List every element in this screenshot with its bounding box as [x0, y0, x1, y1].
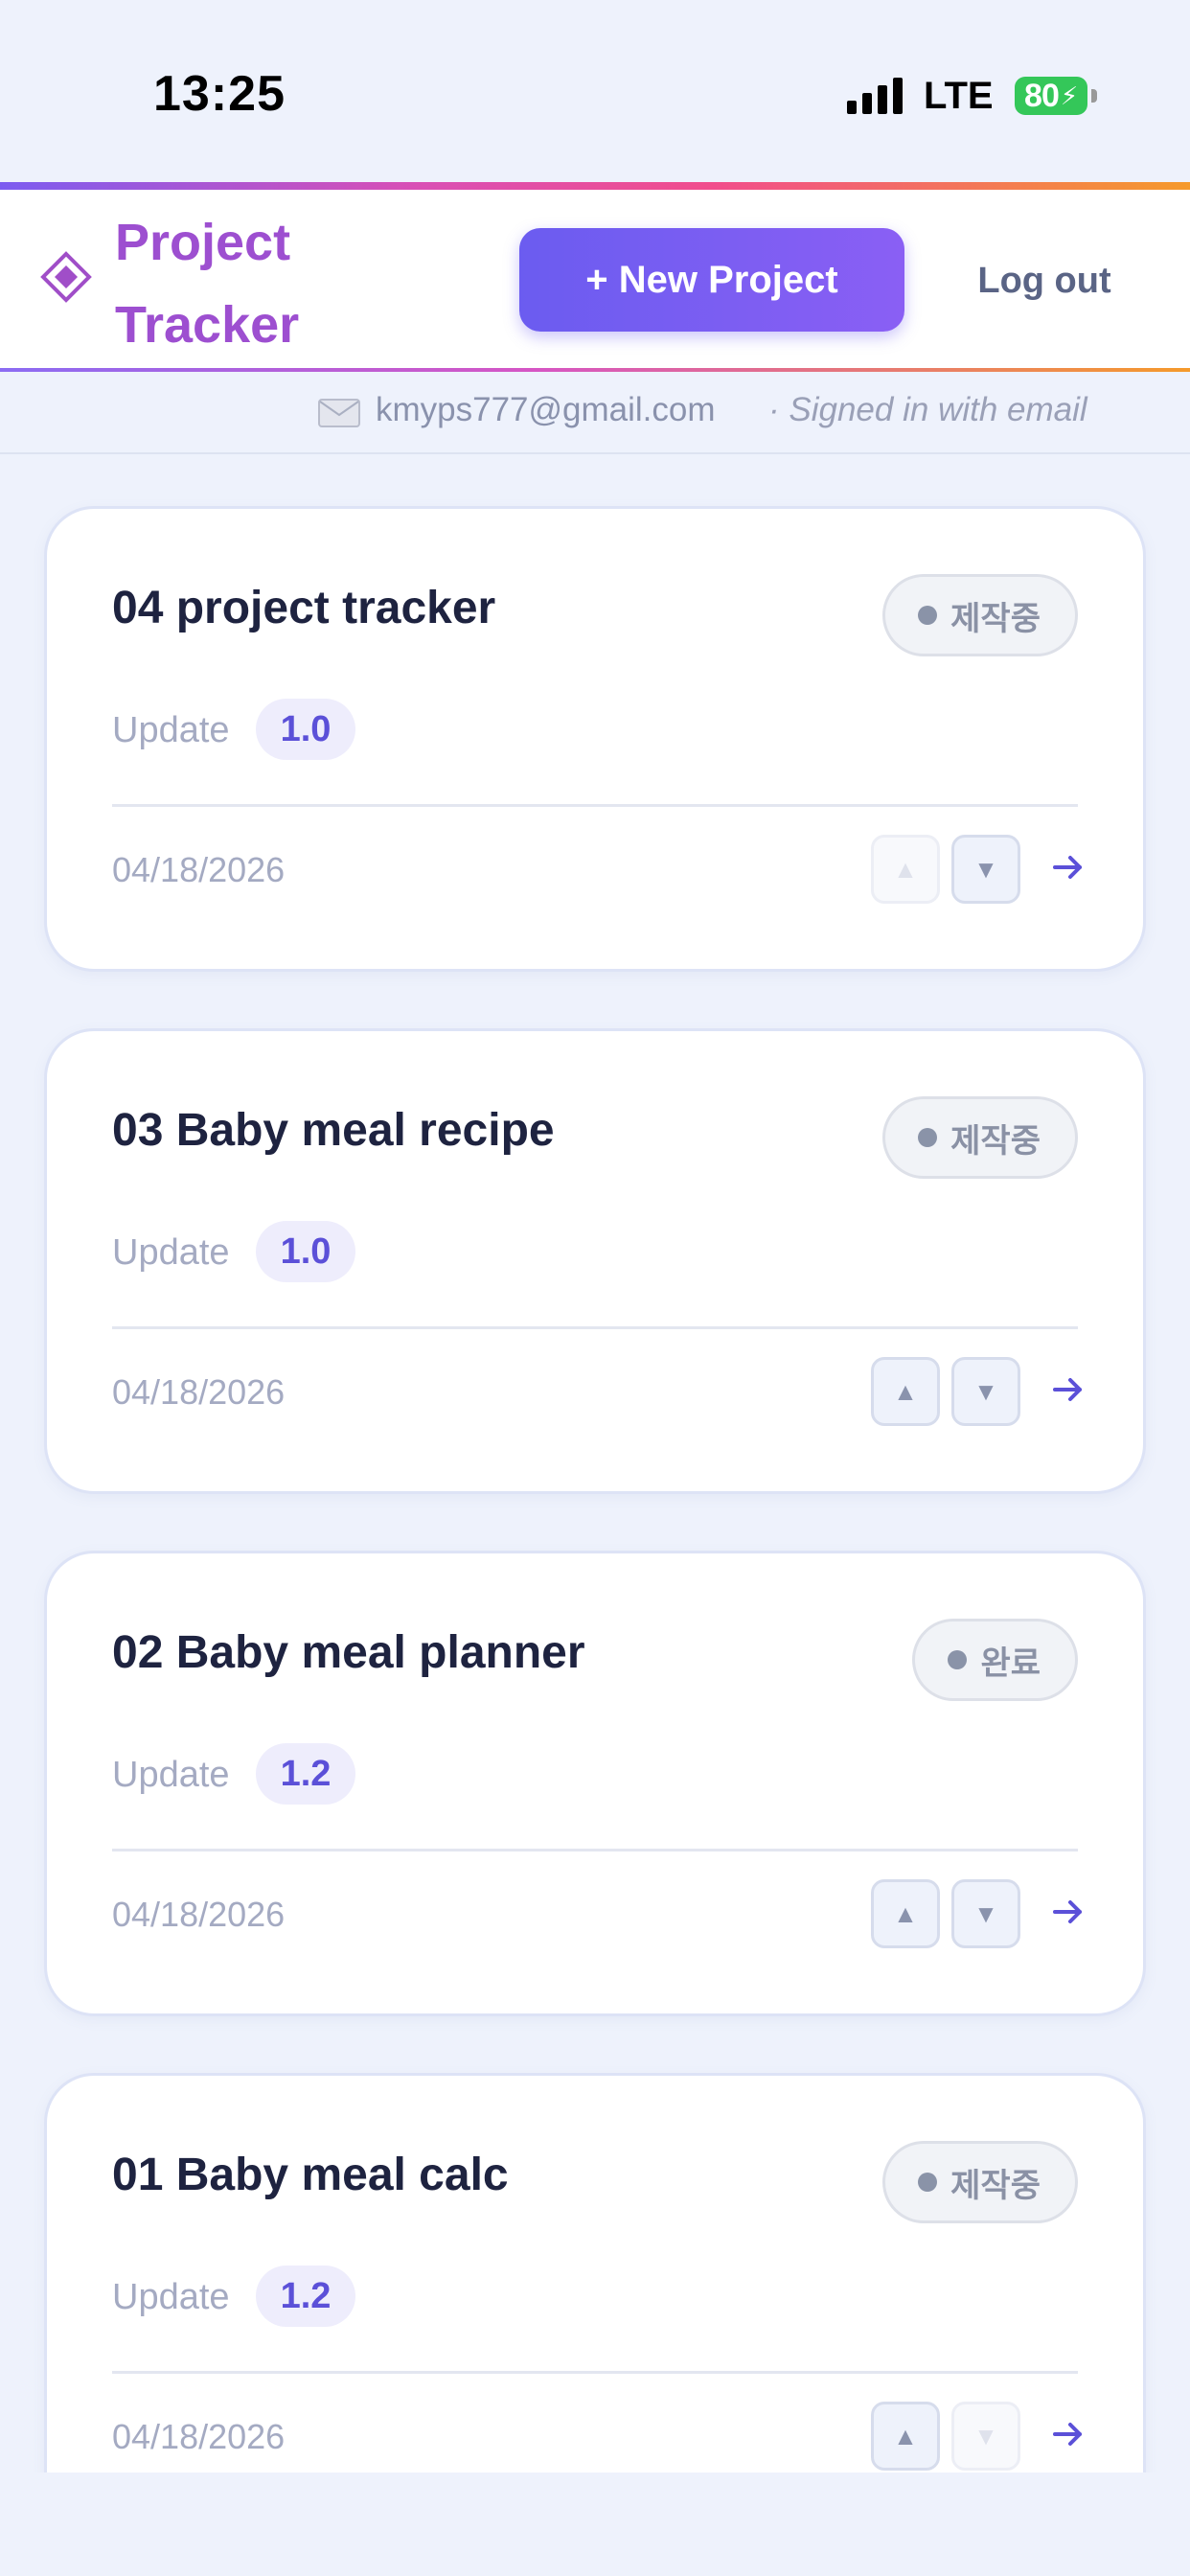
status-dot-icon — [918, 1128, 938, 1147]
version-badge: 1.0 — [256, 1221, 355, 1282]
status-bar: 13:25 LTE 80 ⚡ — [0, 0, 1190, 182]
arrow-right-icon[interactable] — [1041, 2405, 1091, 2463]
status-badge: 제작중 — [882, 2141, 1078, 2223]
status-time: 13:25 — [153, 66, 286, 122]
project-title: 04 project tracker — [112, 583, 496, 633]
version-badge: 1.2 — [256, 2266, 355, 2327]
card-divider — [112, 1326, 1078, 1329]
card-divider — [112, 804, 1078, 807]
battery-level: 80 — [1024, 77, 1060, 114]
account-email: kmyps777@gmail.com — [376, 391, 716, 428]
update-label: Update — [112, 710, 230, 750]
status-label: 제작중 — [950, 1122, 1041, 1160]
card-divider — [112, 1849, 1078, 1852]
arrow-right-icon[interactable] — [1041, 1883, 1091, 1941]
new-project-button[interactable]: + New Project — [519, 228, 904, 332]
project-date: 04/18/2026 — [112, 850, 286, 889]
triangle-up-icon: ▲ — [893, 854, 918, 884]
card-divider — [112, 2371, 1078, 2374]
project-card[interactable]: 01 Baby meal calc 제작중 Update 1.2 04/18/2… — [44, 2073, 1146, 2472]
triangle-down-icon: ▼ — [973, 854, 998, 884]
project-date: 04/18/2026 — [112, 1895, 286, 1934]
status-badge: 제작중 — [882, 1096, 1078, 1179]
arrow-right-icon[interactable] — [1041, 1361, 1091, 1418]
version-badge: 1.2 — [256, 1743, 355, 1805]
move-up-button[interactable]: ▲ — [871, 1879, 940, 1948]
project-card[interactable]: 04 project tracker 제작중 Update 1.0 04/18/… — [44, 506, 1146, 972]
status-label: 완료 — [980, 1644, 1041, 1682]
battery-icon: 80 ⚡ — [1014, 77, 1097, 115]
project-list: 04 project tracker 제작중 Update 1.0 04/18/… — [0, 454, 1190, 2472]
status-indicators: LTE 80 ⚡ — [847, 73, 1097, 119]
status-label: 제작중 — [950, 2167, 1041, 2204]
status-dot-icon — [918, 606, 938, 625]
version-badge: 1.0 — [256, 699, 355, 760]
move-down-button[interactable]: ▼ — [951, 2402, 1020, 2471]
move-down-button[interactable]: ▼ — [951, 835, 1020, 904]
project-title: 02 Baby meal planner — [112, 1627, 585, 1678]
status-dot-icon — [948, 1650, 968, 1669]
status-badge: 완료 — [912, 1619, 1078, 1701]
header-gradient-strip — [0, 182, 1190, 190]
project-title: 03 Baby meal recipe — [112, 1105, 555, 1156]
triangle-down-icon: ▼ — [973, 1376, 998, 1406]
triangle-down-icon: ▼ — [973, 1898, 998, 1928]
triangle-up-icon: ▲ — [893, 2421, 918, 2450]
signed-in-method: · Signed in with email — [768, 391, 1087, 428]
triangle-up-icon: ▲ — [893, 1376, 918, 1406]
project-card[interactable]: 03 Baby meal recipe 제작중 Update 1.0 04/18… — [44, 1028, 1146, 1494]
update-label: Update — [112, 1755, 230, 1795]
move-down-button[interactable]: ▼ — [951, 1879, 1020, 1948]
project-title: 01 Baby meal calc — [112, 2150, 509, 2200]
project-date: 04/18/2026 — [112, 2417, 286, 2456]
network-type: LTE — [924, 74, 994, 117]
app-title-line2: Tracker — [115, 296, 300, 354]
app-title: Project Tracker — [115, 201, 383, 366]
move-up-button[interactable]: ▲ — [871, 2402, 940, 2471]
project-card[interactable]: 02 Baby meal planner 완료 Update 1.2 04/18… — [44, 1551, 1146, 2016]
update-label: Update — [112, 2277, 230, 2317]
envelope-icon — [318, 399, 360, 427]
move-up-button[interactable]: ▲ — [871, 835, 940, 904]
arrow-right-icon[interactable] — [1041, 839, 1091, 896]
signal-icon — [847, 78, 903, 114]
logout-button[interactable]: Log out — [949, 249, 1140, 312]
triangle-up-icon: ▲ — [893, 1898, 918, 1928]
move-up-button[interactable]: ▲ — [871, 1357, 940, 1426]
status-dot-icon — [918, 2173, 938, 2192]
diamond-icon — [40, 251, 92, 303]
project-date: 04/18/2026 — [112, 1372, 286, 1412]
charging-bolt-icon: ⚡ — [1060, 80, 1078, 110]
status-badge: 제작중 — [882, 574, 1078, 656]
app-title-line1: Project — [115, 214, 291, 271]
update-label: Update — [112, 1232, 230, 1273]
status-label: 제작중 — [950, 600, 1041, 637]
move-down-button[interactable]: ▼ — [951, 1357, 1020, 1426]
triangle-down-icon: ▼ — [973, 2421, 998, 2450]
